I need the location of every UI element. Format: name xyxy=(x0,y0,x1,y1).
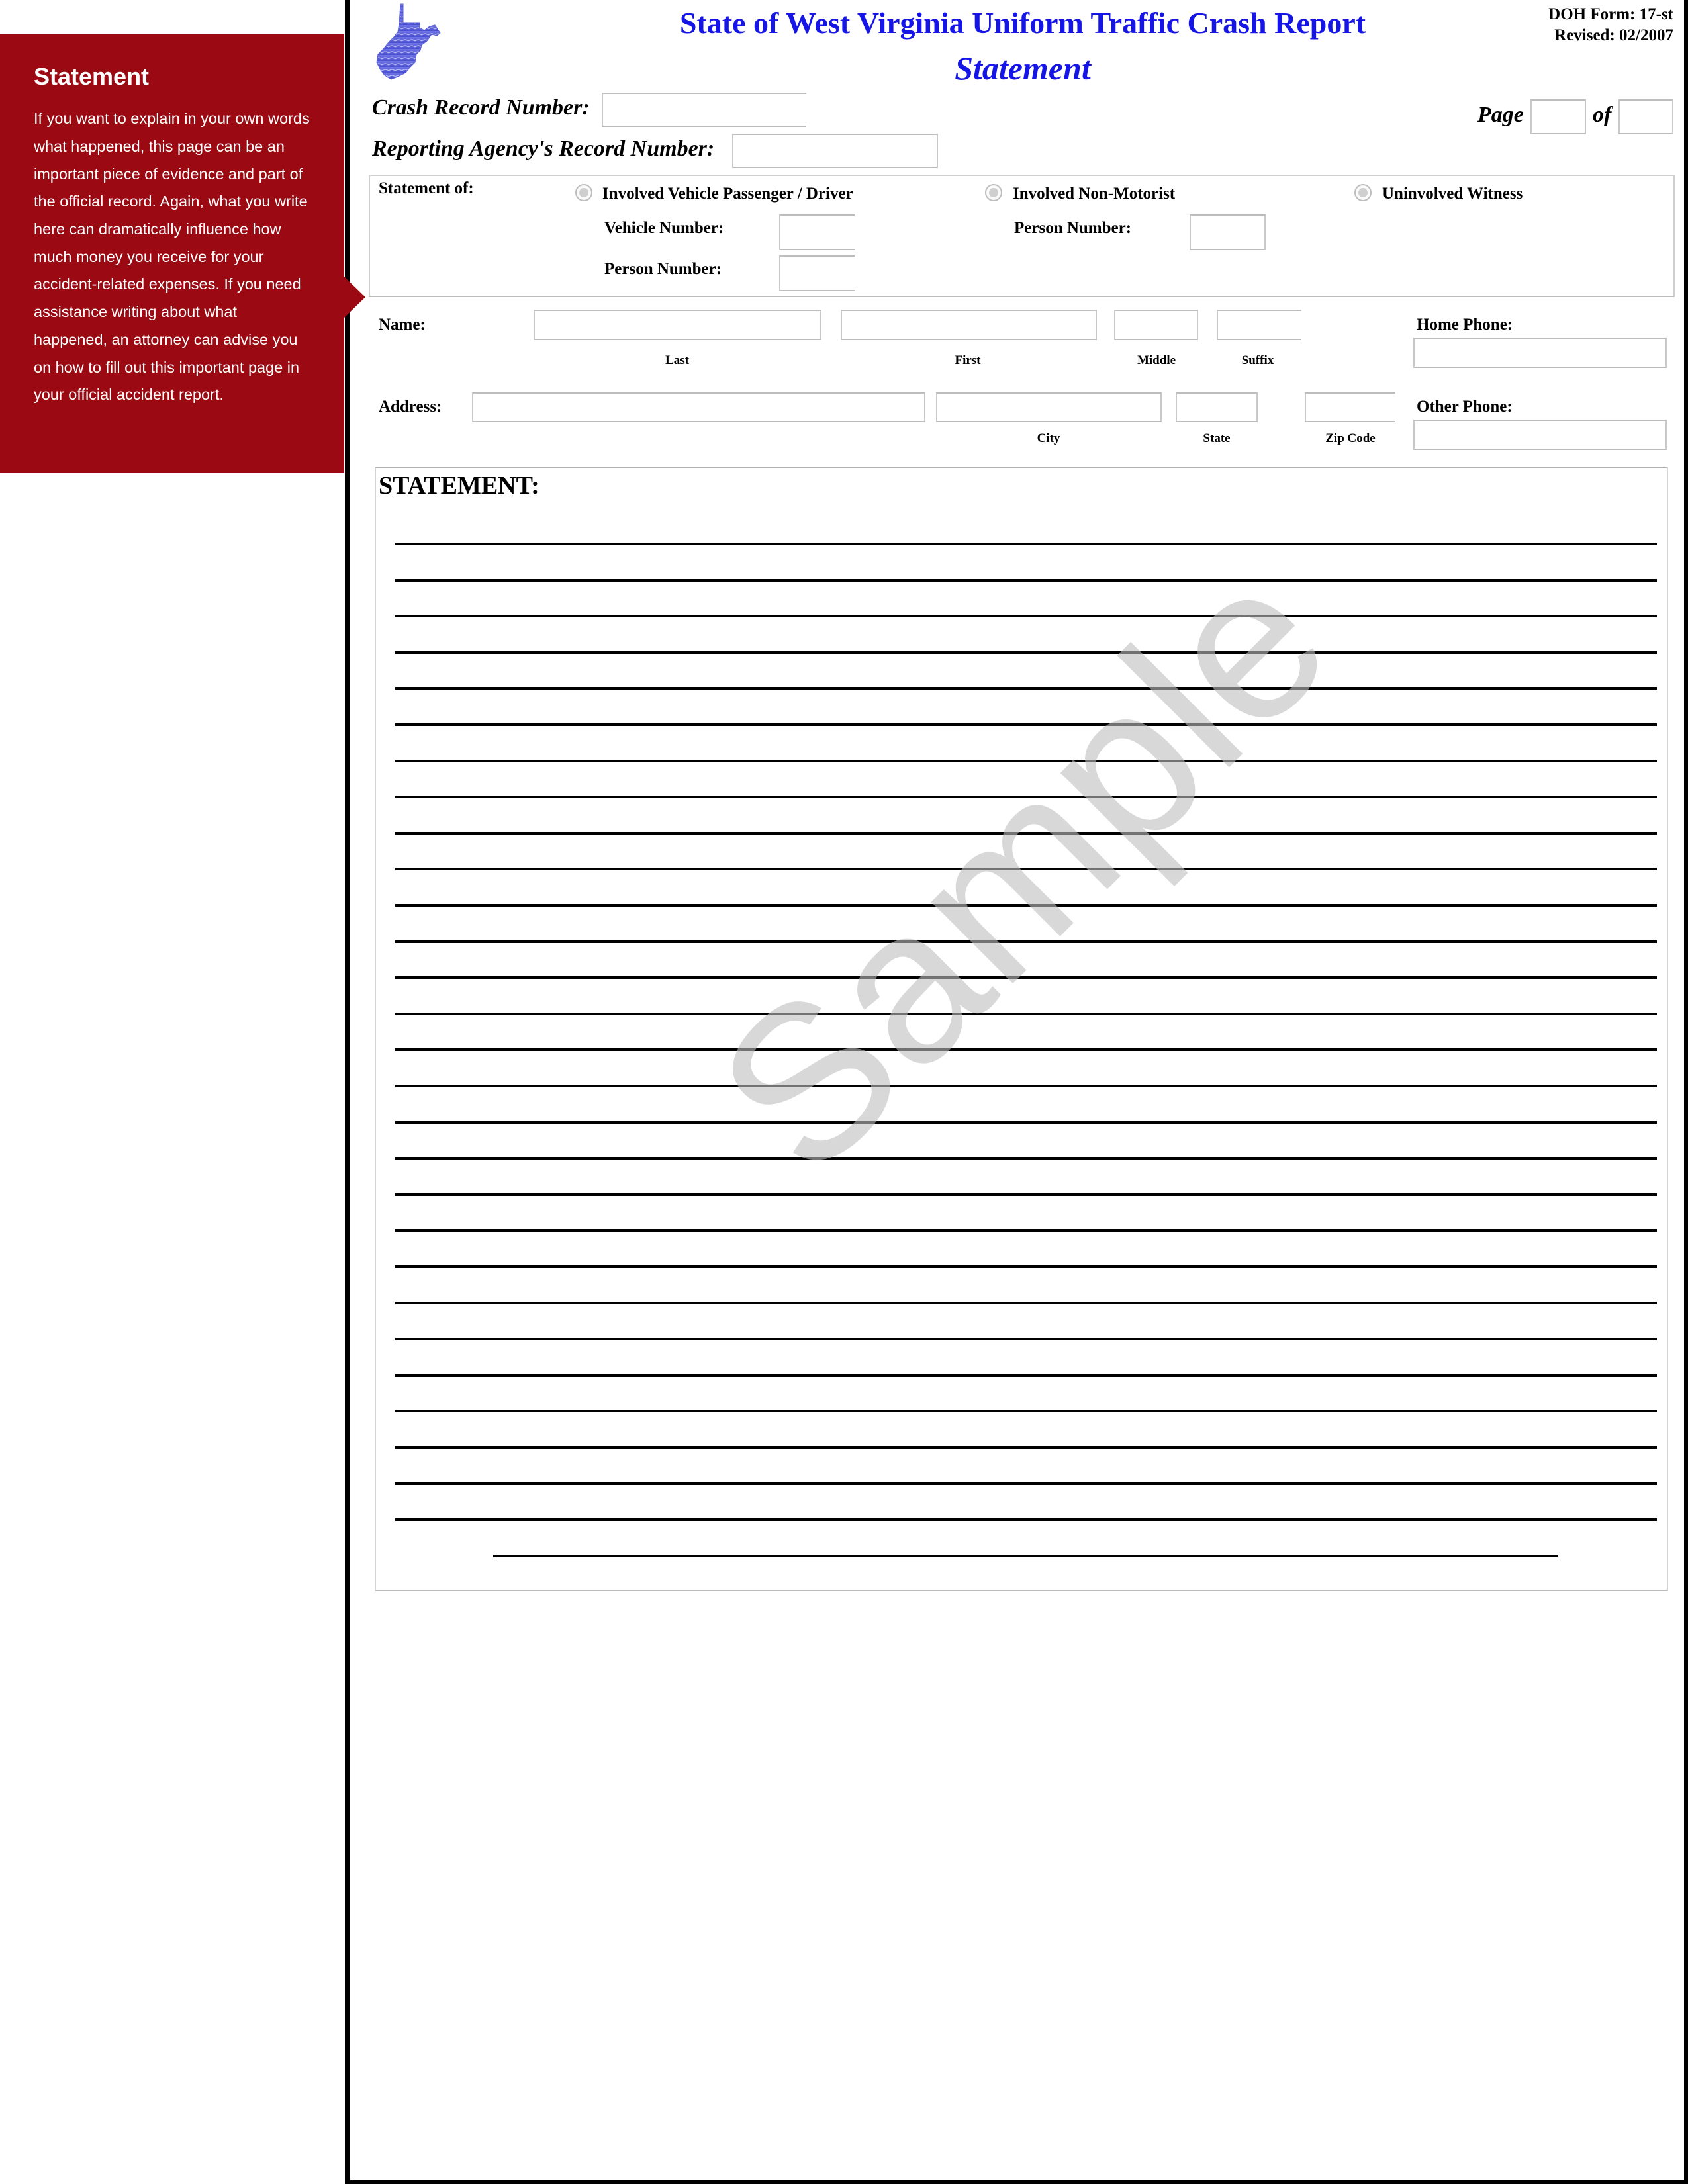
report-title: State of West Virginia Uniform Traffic C… xyxy=(679,6,1366,40)
home-phone-label: Home Phone: xyxy=(1417,316,1513,334)
statement-line[interactable] xyxy=(395,1121,1657,1124)
last-name-caption: Last xyxy=(665,353,689,367)
person-number-label: Person Number: xyxy=(604,260,722,278)
statement-line[interactable] xyxy=(395,1265,1657,1268)
last-name-field[interactable] xyxy=(534,310,821,340)
statement-line[interactable] xyxy=(395,1302,1657,1304)
statement-final-line[interactable] xyxy=(493,1555,1558,1557)
statement-line[interactable] xyxy=(395,1048,1657,1051)
statement-line[interactable] xyxy=(395,796,1657,798)
nonmotorist-person-number-field[interactable] xyxy=(1190,214,1266,250)
other-phone-label: Other Phone: xyxy=(1417,398,1513,416)
statement-line[interactable] xyxy=(395,832,1657,835)
statement-line[interactable] xyxy=(395,1013,1657,1015)
statement-line[interactable] xyxy=(395,976,1657,979)
suffix-field[interactable] xyxy=(1217,310,1301,340)
form-number: DOH Form: 17-st xyxy=(1548,5,1673,23)
crash-record-number-field[interactable] xyxy=(602,93,806,127)
statement-line[interactable] xyxy=(395,1446,1657,1449)
statement-line[interactable] xyxy=(395,1374,1657,1377)
page-label: Page xyxy=(1477,103,1524,127)
option-label-involved-vehicle: Involved Vehicle Passenger / Driver xyxy=(602,185,853,203)
statement-line[interactable] xyxy=(395,940,1657,943)
statement-line[interactable] xyxy=(395,723,1657,726)
other-phone-field[interactable] xyxy=(1413,420,1667,450)
statement-line[interactable] xyxy=(395,687,1657,690)
statement-section xyxy=(375,467,1668,1591)
statement-line[interactable] xyxy=(395,868,1657,870)
option-label-non-motorist: Involved Non-Motorist xyxy=(1013,185,1176,203)
statement-line[interactable] xyxy=(395,615,1657,617)
info-sidebar: Statement If you want to explain in your… xyxy=(0,34,344,473)
west-virginia-state-map-icon xyxy=(376,3,441,80)
home-phone-field[interactable] xyxy=(1413,338,1667,368)
address-label: Address: xyxy=(379,398,442,416)
page-total-field[interactable] xyxy=(1618,99,1673,134)
middle-name-field[interactable] xyxy=(1114,310,1198,340)
city-caption: City xyxy=(1037,432,1060,445)
statement-line[interactable] xyxy=(395,1410,1657,1412)
form-identifier: DOH Form: 17-st Revised: 02/2007 xyxy=(1548,4,1673,46)
page-border-right xyxy=(1684,0,1688,2184)
radio-involved-vehicle-passenger-driver[interactable] xyxy=(575,184,592,201)
crash-record-label: Crash Record Number: xyxy=(372,95,590,120)
middle-name-caption: Middle xyxy=(1137,353,1176,367)
radio-uninvolved-witness[interactable] xyxy=(1354,184,1372,201)
state-caption: State xyxy=(1203,432,1231,445)
sidebar-title: Statement xyxy=(34,63,150,90)
statement-line[interactable] xyxy=(395,1229,1657,1232)
page-of-label: of xyxy=(1593,103,1612,127)
city-field[interactable] xyxy=(936,392,1162,422)
state-field[interactable] xyxy=(1176,392,1258,422)
statement-line[interactable] xyxy=(395,904,1657,907)
agency-record-label: Reporting Agency's Record Number: xyxy=(372,136,715,161)
vehicle-number-field[interactable] xyxy=(779,214,855,250)
nonmotorist-person-number-label: Person Number: xyxy=(1014,219,1132,237)
report-subtitle: Statement xyxy=(955,50,1091,87)
name-label: Name: xyxy=(379,316,426,334)
statement-line[interactable] xyxy=(395,1085,1657,1087)
suffix-caption: Suffix xyxy=(1241,353,1274,367)
statement-line[interactable] xyxy=(395,579,1657,582)
statement-of-label: Statement of: xyxy=(379,179,474,197)
revision-date: Revised: 02/2007 xyxy=(1554,26,1673,44)
vehicle-number-label: Vehicle Number: xyxy=(604,219,724,237)
statement-line[interactable] xyxy=(395,1193,1657,1196)
page-number-field[interactable] xyxy=(1530,99,1586,134)
statement-line[interactable] xyxy=(395,1157,1657,1160)
page-border-bottom xyxy=(345,2180,1688,2184)
zip-code-field[interactable] xyxy=(1305,392,1395,422)
statement-line[interactable] xyxy=(395,1518,1657,1521)
first-name-field[interactable] xyxy=(841,310,1097,340)
sidebar-description: If you want to explain in your own words… xyxy=(34,110,310,404)
first-name-caption: First xyxy=(955,353,981,367)
statement-heading: STATEMENT: xyxy=(379,472,539,500)
zip-code-caption: Zip Code xyxy=(1325,432,1376,445)
statement-line[interactable] xyxy=(395,543,1657,545)
radio-involved-non-motorist[interactable] xyxy=(985,184,1002,201)
statement-line[interactable] xyxy=(395,651,1657,654)
option-label-uninvolved-witness: Uninvolved Witness xyxy=(1382,185,1523,203)
page-border-left xyxy=(345,0,350,2184)
statement-line[interactable] xyxy=(395,1338,1657,1340)
street-address-field[interactable] xyxy=(472,392,925,422)
statement-line[interactable] xyxy=(395,1482,1657,1485)
person-number-field[interactable] xyxy=(779,255,855,291)
statement-line[interactable] xyxy=(395,760,1657,762)
sidebar-pointer-arrow xyxy=(344,277,365,318)
agency-record-number-field[interactable] xyxy=(732,134,938,168)
